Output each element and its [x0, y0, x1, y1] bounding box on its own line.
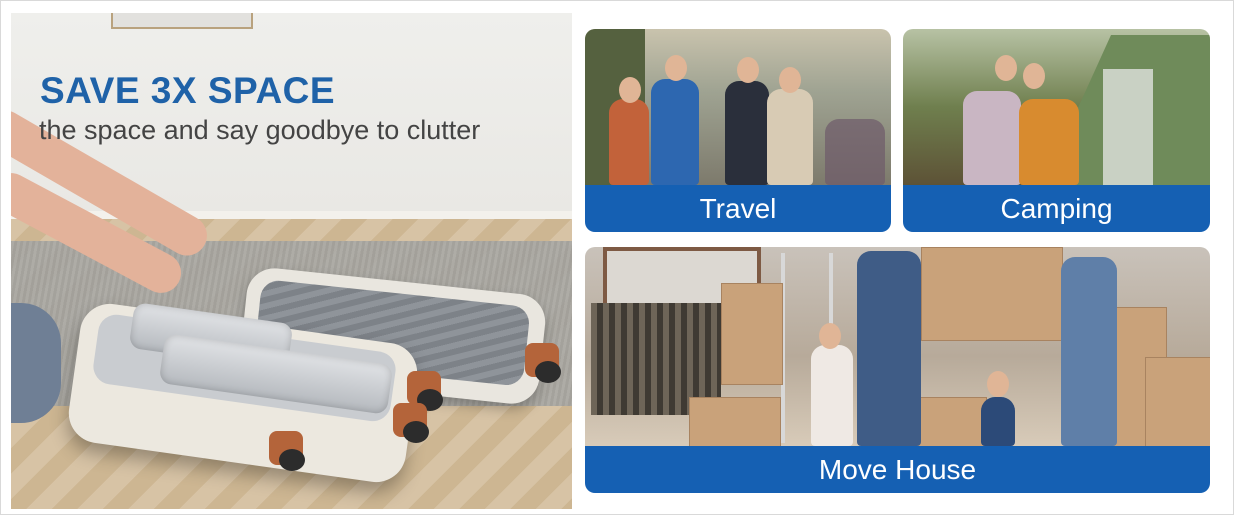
- suitcase-wheel: [393, 403, 429, 443]
- tile-label-camping: Camping: [903, 185, 1210, 232]
- person-knee: [11, 303, 61, 423]
- camper: [963, 91, 1021, 185]
- cardboard-box: [921, 247, 1063, 341]
- traveler: [725, 81, 769, 185]
- suitcase-wheel: [269, 431, 305, 471]
- traveler: [651, 79, 699, 185]
- tile-travel: Travel: [585, 29, 891, 232]
- tile-camping: Camping: [903, 29, 1210, 232]
- traveler: [609, 99, 649, 185]
- tent-opening: [1103, 69, 1153, 185]
- hero-image-panel: SAVE 3X SPACE the space and say goodbye …: [11, 13, 572, 509]
- product-banner: SAVE 3X SPACE the space and say goodbye …: [0, 0, 1234, 515]
- suitcase-wheel: [407, 371, 443, 411]
- traveler-head: [619, 77, 641, 103]
- child-head: [819, 323, 841, 349]
- cardboard-box: [1145, 357, 1210, 448]
- traveler-head: [779, 67, 801, 93]
- traveler-head: [737, 57, 759, 83]
- camper-head: [995, 55, 1017, 81]
- cardboard-box: [689, 397, 781, 448]
- camper-head: [1023, 63, 1045, 89]
- hero-subtitle: the space and say goodbye to clutter: [39, 115, 481, 145]
- adult-man: [857, 251, 921, 446]
- camper: [1019, 99, 1079, 185]
- adult-woman: [1061, 257, 1117, 446]
- move-house-photo: [585, 247, 1210, 448]
- camping-photo: [903, 29, 1210, 185]
- traveler: [767, 89, 813, 185]
- child-head: [987, 371, 1009, 397]
- background-crowd: [825, 119, 885, 185]
- tile-move-house: Move House: [585, 247, 1210, 493]
- hero-title: SAVE 3X SPACE: [40, 70, 336, 111]
- traveler-head: [665, 55, 687, 81]
- suitcase-wheel: [525, 343, 561, 383]
- tile-label-move-house: Move House: [585, 446, 1210, 493]
- cardboard-box: [721, 283, 783, 385]
- child-boy: [981, 397, 1015, 446]
- travel-photo: [585, 29, 891, 185]
- wall-picture-frame: [111, 13, 253, 29]
- child-girl: [811, 345, 853, 446]
- tile-label-travel: Travel: [585, 185, 891, 232]
